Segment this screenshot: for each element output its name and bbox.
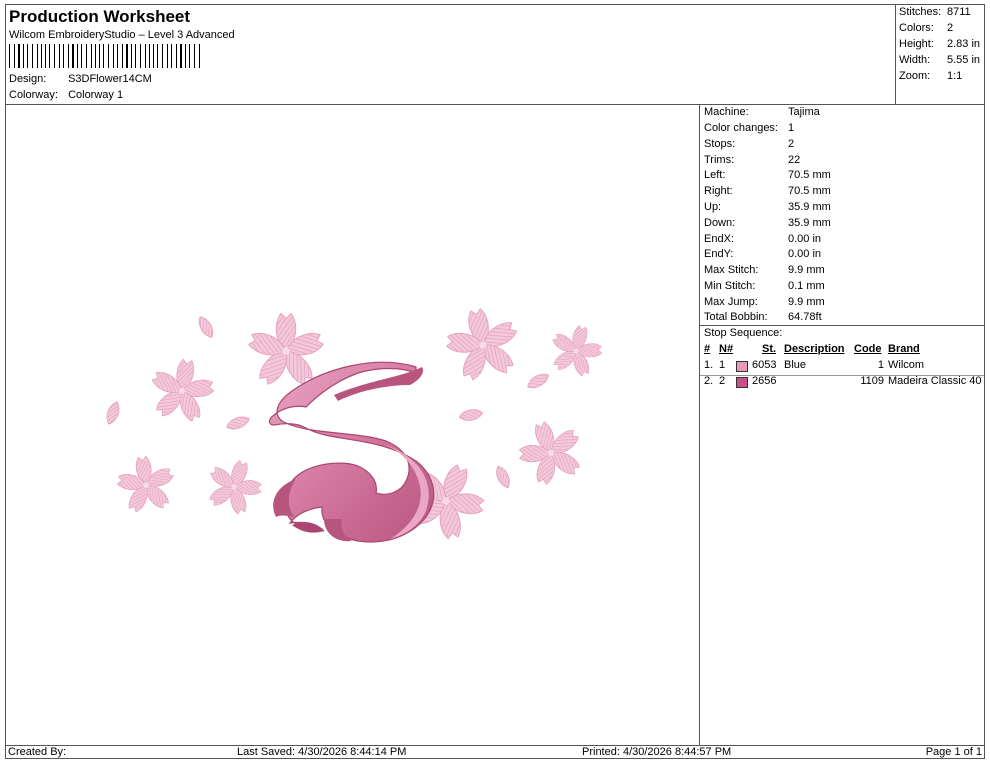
- flower-motif: [199, 452, 269, 521]
- petal-motif: [195, 313, 217, 341]
- barcode-icon: [9, 44, 200, 68]
- design-summary: Stitches: 8711 Colors: 2 Height: 2.83 in Wi…: [896, 5, 984, 105]
- worksheet-footer: Created By: Last Saved: 4/30/2026 8:44:1…: [6, 745, 984, 758]
- summary-row: Height: 2.83 in: [899, 38, 981, 50]
- info-row: Stops: 2: [704, 138, 795, 150]
- flower-motif: [145, 354, 220, 426]
- page-title: Production Worksheet: [9, 7, 191, 26]
- design-preview: [6, 105, 700, 745]
- table-header-row: # N# St. Description Code Brand: [704, 343, 920, 355]
- summary-row: Width: 5.55 in: [899, 54, 981, 66]
- worksheet-header: Production Worksheet Wilcom EmbroiderySt…: [6, 5, 896, 105]
- info-row: Color changes: 1: [704, 122, 795, 134]
- flower-motif: [439, 302, 526, 387]
- petal-motif: [457, 407, 485, 423]
- design-label: Design:: [9, 73, 47, 85]
- petal-motif: [103, 399, 123, 427]
- flower-motif: [247, 314, 324, 388]
- letter-s-motif: [268, 361, 435, 543]
- table-row: 1. 1 6053 Blue 1 Wilcom: [704, 359, 925, 372]
- info-row: Left: 70.5 mm: [704, 169, 831, 181]
- info-row: Right: 70.5 mm: [704, 185, 831, 197]
- info-row: Machine: Tajima: [704, 106, 820, 118]
- info-row: EndX: 0.00 in: [704, 233, 822, 245]
- info-row: Max Stitch: 9.9 mm: [704, 264, 825, 276]
- info-row: EndY: 0.00 in: [704, 248, 822, 260]
- petal-motif: [492, 463, 514, 491]
- divider: [700, 325, 984, 326]
- embroidery-artwork: [103, 105, 700, 745]
- colorway-row: Colorway: Colorway 1: [9, 89, 123, 101]
- summary-row: Zoom: 1:1: [899, 70, 963, 82]
- printed-date: Printed: 4/30/2026 8:44:57 PM: [582, 746, 732, 758]
- colorway-value: Colorway 1: [68, 89, 124, 101]
- design-value: S3DFlower14CM: [68, 73, 152, 85]
- info-row: Trims: 22: [704, 154, 801, 166]
- info-row: Min Stitch: 0.1 mm: [704, 280, 825, 292]
- last-saved: Last Saved: 4/30/2026 8:44:14 PM: [237, 746, 407, 758]
- stop-sequence-title: Stop Sequence:: [704, 327, 783, 339]
- summary-row: Stitches: 8711: [899, 6, 971, 18]
- flower-motif: [544, 320, 608, 382]
- design-row: Design: S3DFlower14CM: [9, 73, 152, 85]
- info-row: Total Bobbin: 64.78ft: [704, 311, 822, 323]
- color-swatch: [736, 361, 748, 372]
- created-by: Created By:: [8, 746, 67, 758]
- info-row: Down: 35.9 mm: [704, 217, 831, 229]
- summary-row: Colors: 2: [899, 22, 954, 34]
- colorway-label: Colorway:: [9, 89, 58, 101]
- petal-motif: [224, 413, 252, 433]
- divider: [700, 375, 984, 376]
- machine-info-panel: Machine: Tajima Color changes: 1 Stops: 2 T…: [700, 105, 984, 745]
- color-swatch: [736, 377, 748, 388]
- flower-motif: [113, 453, 179, 517]
- software-subtitle: Wilcom EmbroideryStudio – Level 3 Advanc…: [9, 29, 235, 41]
- petal-motif: [524, 370, 552, 392]
- info-row: Max Jump: 9.9 mm: [704, 296, 825, 308]
- table-row: 2. 2 2656 1109 Madeira Classic 40: [704, 375, 982, 388]
- worksheet-sheet: Production Worksheet Wilcom EmbroiderySt…: [5, 4, 985, 759]
- info-row: Up: 35.9 mm: [704, 201, 831, 213]
- flower-motif: [510, 412, 592, 492]
- page-number: Page 1 of 1: [925, 746, 982, 758]
